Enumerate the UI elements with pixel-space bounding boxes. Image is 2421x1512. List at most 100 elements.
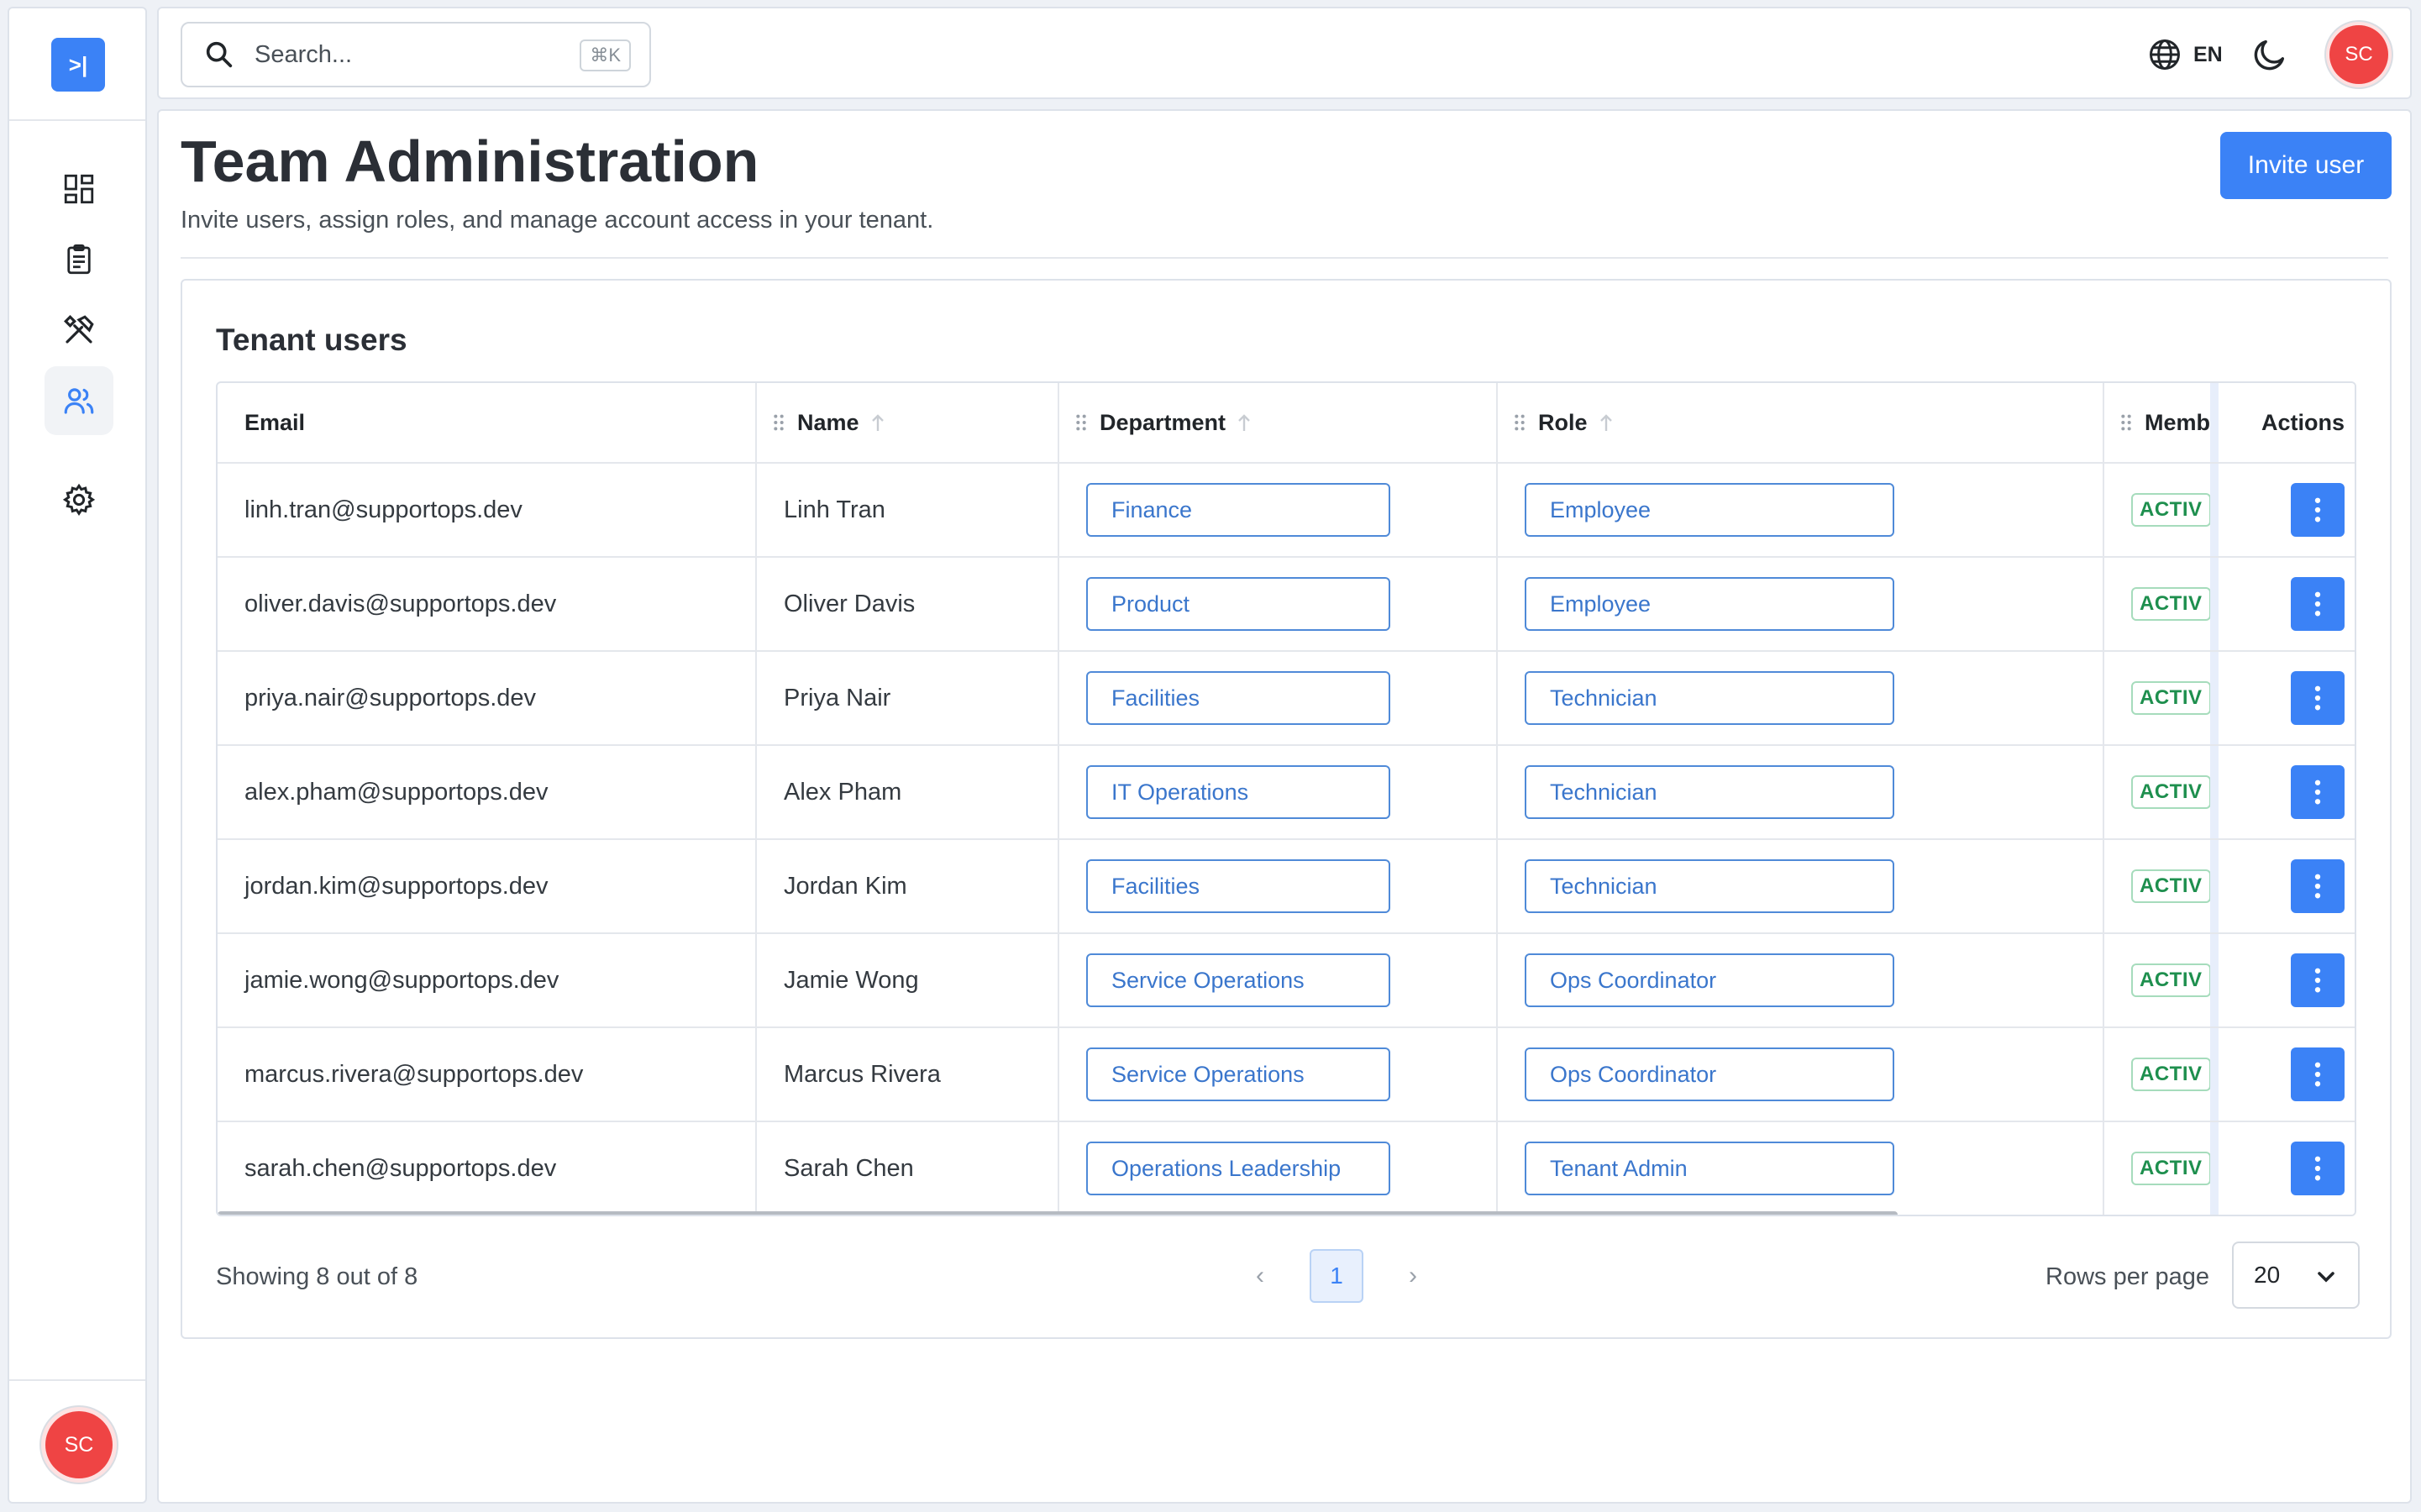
column-header-actions: Actions [2210, 383, 2355, 462]
row-actions-button[interactable] [2291, 859, 2345, 913]
column-header-label: Email [244, 409, 306, 435]
header-user-avatar[interactable]: SC [2329, 25, 2388, 84]
row-actions-button[interactable] [2291, 671, 2345, 725]
sidebar-user-avatar[interactable]: SC [45, 1411, 113, 1478]
department-select[interactable]: Facilities [1086, 671, 1390, 725]
name-text: Priya Nair [784, 684, 891, 711]
column-header-role[interactable]: Role [1498, 383, 2104, 462]
next-page-button[interactable]: › [1385, 1248, 1441, 1304]
email-text: linh.tran@supportops.dev [244, 496, 523, 523]
users-icon [64, 388, 94, 414]
nav-item-tickets[interactable] [45, 225, 113, 294]
sort-arrow-up-icon[interactable] [1598, 412, 1615, 433]
more-vertical-icon [2314, 968, 2321, 993]
role-select[interactable]: Technician [1525, 671, 1894, 725]
name-text: Marcus Rivera [784, 1060, 941, 1088]
drag-handle-icon[interactable] [1513, 413, 1526, 432]
invite-user-button[interactable]: Invite user [2220, 132, 2392, 199]
sidebar-divider [9, 1379, 145, 1381]
status-badge: ACTIV [2131, 493, 2210, 527]
cell-role: Ops Coordinator [1498, 934, 2104, 1026]
page-title: Team Administration [181, 129, 759, 194]
sidebar-brand-area: >| [9, 8, 145, 121]
status-badge: ACTIV [2131, 587, 2210, 621]
sort-arrow-up-icon[interactable] [1236, 412, 1253, 433]
cell-actions [2210, 1028, 2355, 1121]
row-actions-button[interactable] [2291, 765, 2345, 819]
role-select[interactable]: Ops Coordinator [1525, 1047, 1894, 1101]
department-select[interactable]: IT Operations [1086, 765, 1390, 819]
page-number-button[interactable]: 1 [1310, 1249, 1363, 1303]
results-count: Showing 8 out of 8 [216, 1263, 418, 1290]
table-row: jamie.wong@supportops.dev Jamie Wong Servi… [218, 934, 2355, 1028]
rows-per-page-select[interactable]: 20 [2232, 1242, 2360, 1309]
column-header-department[interactable]: Department [1059, 383, 1498, 462]
department-select[interactable]: Finance [1086, 483, 1390, 537]
row-actions-button[interactable] [2291, 1047, 2345, 1101]
department-select[interactable]: Operations Leadership [1086, 1142, 1390, 1195]
horizontal-scrollbar[interactable] [218, 1211, 1898, 1215]
department-select[interactable]: Product [1086, 577, 1390, 631]
search-input[interactable]: Search... ⌘K [181, 22, 651, 87]
sidebar-toggle-button[interactable]: >| [51, 38, 105, 92]
drag-handle-icon[interactable] [2119, 413, 2133, 432]
moon-icon[interactable] [2250, 35, 2289, 74]
cell-actions [2210, 840, 2355, 932]
sidebar: >| SC [8, 7, 147, 1504]
department-select[interactable]: Service Operations [1086, 953, 1390, 1007]
rows-per-page-value: 20 [2254, 1262, 2281, 1288]
cell-department: Facilities [1059, 652, 1498, 744]
table-row: marcus.rivera@supportops.dev Marcus River… [218, 1028, 2355, 1122]
department-select[interactable]: Facilities [1086, 859, 1390, 913]
row-actions-button[interactable] [2291, 953, 2345, 1007]
email-text: oliver.davis@supportops.dev [244, 590, 557, 617]
nav-item-tools[interactable] [45, 296, 113, 365]
column-header-label: Department [1100, 409, 1226, 435]
row-actions-button[interactable] [2291, 483, 2345, 537]
tenant-users-card: Tenant users Email Name Department Role … [181, 279, 2392, 1339]
more-vertical-icon [2314, 874, 2321, 899]
table-row: linh.tran@supportops.dev Linh Tran Finance… [218, 464, 2355, 558]
cell-role: Technician [1498, 652, 2104, 744]
sort-arrow-up-icon[interactable] [869, 412, 886, 433]
cell-membership: ACTIV [2104, 1028, 2210, 1121]
status-badge: ACTIV [2131, 1152, 2210, 1185]
column-header-label: Actions [2261, 409, 2345, 435]
language-switcher[interactable]: EN [2146, 35, 2223, 74]
role-select[interactable]: Technician [1525, 765, 1894, 819]
cell-actions [2210, 746, 2355, 838]
drag-handle-icon[interactable] [1074, 413, 1088, 432]
row-actions-button[interactable] [2291, 1142, 2345, 1195]
nav-item-users[interactable] [45, 366, 113, 435]
nav-item-settings[interactable] [45, 465, 113, 534]
row-actions-button[interactable] [2291, 577, 2345, 631]
table-row: sarah.chen@supportops.dev Sarah Chen Opera… [218, 1122, 2355, 1215]
cell-actions [2210, 934, 2355, 1026]
language-code: EN [2193, 42, 2223, 66]
column-header-name[interactable]: Name [757, 383, 1059, 462]
drag-handle-icon[interactable] [772, 413, 785, 432]
gear-icon [62, 483, 96, 516]
nav-item-dashboard[interactable] [45, 155, 113, 223]
role-select[interactable]: Tenant Admin [1525, 1142, 1894, 1195]
role-select[interactable]: Employee [1525, 483, 1894, 537]
role-select[interactable]: Employee [1525, 577, 1894, 631]
more-vertical-icon [2314, 1156, 2321, 1181]
email-text: jamie.wong@supportops.dev [244, 966, 559, 994]
card-title: Tenant users [216, 323, 407, 357]
table-header-row: Email Name Department Role Memb Actions [218, 383, 2355, 464]
table-row: jordan.kim@supportops.dev Jordan Kim Facil… [218, 840, 2355, 934]
role-select[interactable]: Technician [1525, 859, 1894, 913]
department-select[interactable]: Service Operations [1086, 1047, 1390, 1101]
column-header-membership[interactable]: Memb [2104, 383, 2210, 462]
email-text: priya.nair@supportops.dev [244, 684, 537, 711]
prev-page-button[interactable]: ‹ [1232, 1248, 1288, 1304]
column-header-email[interactable]: Email [218, 383, 757, 462]
cell-email: alex.pham@supportops.dev [218, 746, 757, 838]
role-select[interactable]: Ops Coordinator [1525, 953, 1894, 1007]
search-placeholder: Search... [255, 40, 353, 68]
rows-per-page-label: Rows per page [2046, 1263, 2210, 1290]
cell-membership: ACTIV [2104, 652, 2210, 744]
table-row: priya.nair@supportops.dev Priya Nair Facil… [218, 652, 2355, 746]
cell-email: linh.tran@supportops.dev [218, 464, 757, 556]
